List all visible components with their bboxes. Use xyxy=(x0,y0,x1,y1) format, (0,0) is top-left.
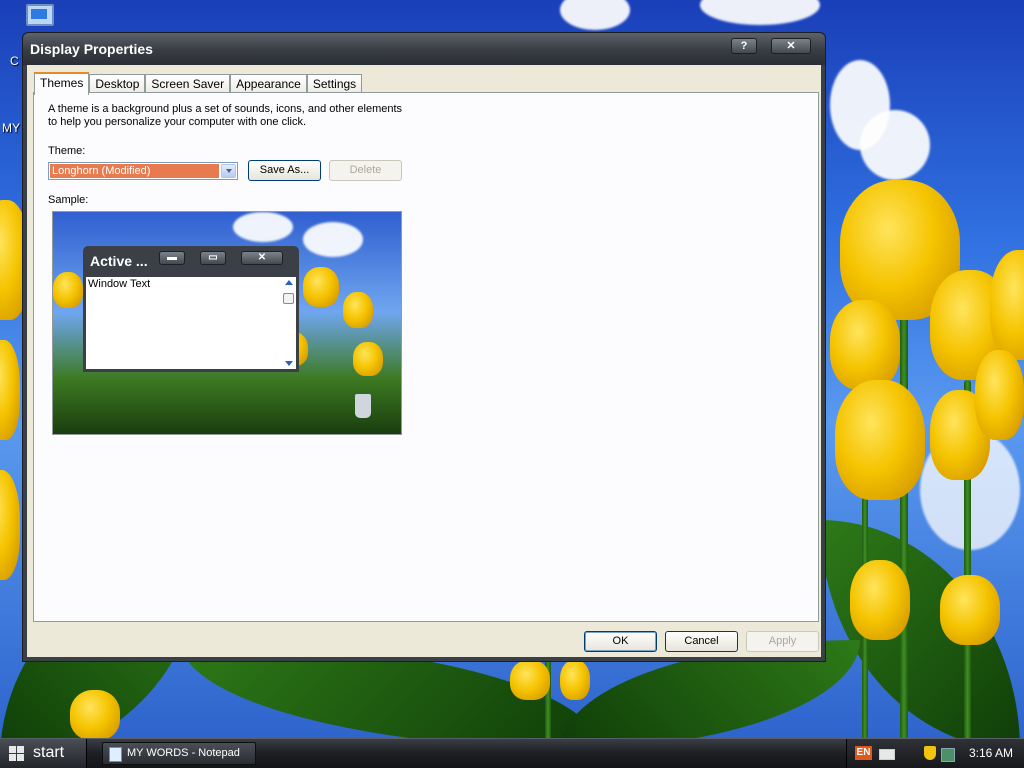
tulip xyxy=(0,340,20,440)
minimize-icon: ▬ xyxy=(159,251,185,265)
theme-sample-preview: Active ... ▬ ▭ ✕ Window Text xyxy=(52,211,402,435)
tab-appearance[interactable]: Appearance xyxy=(230,74,307,93)
security-shield-icon[interactable] xyxy=(924,746,936,760)
taskbar-notepad-button[interactable]: MY WORDS - Notepad xyxy=(102,742,256,765)
recycle-bin-icon xyxy=(355,394,371,418)
window-client-area: Themes Desktop Screen Saver Appearance S… xyxy=(27,65,821,657)
maximize-icon: ▭ xyxy=(200,251,226,265)
tulip xyxy=(975,350,1024,440)
system-tray: EN 3:16 AM xyxy=(846,739,1024,768)
keyboard-icon[interactable] xyxy=(879,749,895,760)
desktop-icon-label: C xyxy=(10,54,19,68)
theme-label: Theme: xyxy=(48,145,86,157)
tulip xyxy=(53,272,83,308)
tulip xyxy=(510,660,550,700)
tulip xyxy=(835,380,925,500)
sample-label: Sample: xyxy=(48,194,89,206)
window-title: Display Properties xyxy=(30,41,153,57)
scroll-down-icon xyxy=(285,361,293,366)
tulip xyxy=(990,250,1024,360)
clock[interactable]: 3:16 AM xyxy=(969,746,1013,760)
network-icon[interactable] xyxy=(941,748,955,762)
cloud xyxy=(233,212,293,242)
tab-settings[interactable]: Settings xyxy=(306,74,363,93)
theme-description: A theme is a background plus a set of so… xyxy=(48,103,403,128)
tulip xyxy=(303,267,339,307)
scroll-up-icon xyxy=(285,280,293,285)
cloud xyxy=(860,110,930,180)
desktop-text-fragment: MY xyxy=(2,121,20,135)
help-button[interactable]: ? xyxy=(731,38,757,54)
themes-tab-panel: A theme is a background plus a set of so… xyxy=(33,92,819,622)
sample-window-client: Window Text xyxy=(86,277,296,369)
close-button[interactable]: ✕ xyxy=(771,38,811,54)
tab-strip: Themes Desktop Screen Saver Appearance S… xyxy=(34,72,363,95)
sample-scrollbar xyxy=(282,277,296,369)
stem xyxy=(900,300,908,738)
close-icon: ✕ xyxy=(241,251,283,265)
ok-button[interactable]: OK xyxy=(584,631,657,652)
start-label: start xyxy=(33,744,65,761)
sample-window-text: Window Text xyxy=(88,278,151,290)
tab-desktop[interactable]: Desktop xyxy=(89,74,146,93)
taskbar: start MY WORDS - Notepad EN 3:16 AM xyxy=(0,738,1024,768)
tulip xyxy=(343,292,373,328)
language-indicator[interactable]: EN xyxy=(855,746,872,760)
tab-screen-saver[interactable]: Screen Saver xyxy=(145,74,231,93)
tulip xyxy=(850,560,910,640)
theme-dropdown-value: Longhorn (Modified) xyxy=(50,164,219,178)
cloud xyxy=(560,0,630,30)
tulip xyxy=(940,575,1000,645)
start-button[interactable]: start xyxy=(0,739,87,768)
cloud xyxy=(303,222,363,257)
notepad-icon xyxy=(109,747,122,762)
cloud xyxy=(700,0,820,25)
tulip xyxy=(353,342,383,376)
windows-logo-icon xyxy=(9,746,25,762)
apply-button[interactable]: Apply xyxy=(746,631,819,652)
cancel-button[interactable]: Cancel xyxy=(665,631,738,652)
tulip xyxy=(830,300,900,390)
scroll-thumb xyxy=(283,293,294,304)
title-bar[interactable]: Display Properties ? ✕ xyxy=(23,33,825,65)
tulip xyxy=(70,690,120,738)
delete-button[interactable]: Delete xyxy=(329,160,402,181)
theme-dropdown[interactable]: Longhorn (Modified) xyxy=(48,162,238,180)
sample-window-title: Active ... xyxy=(90,253,148,269)
my-computer-icon[interactable] xyxy=(22,2,56,32)
taskbar-button-label: MY WORDS - Notepad xyxy=(127,747,240,759)
chevron-down-icon[interactable] xyxy=(221,164,236,178)
tab-themes[interactable]: Themes xyxy=(34,72,90,95)
save-as-button[interactable]: Save As... xyxy=(248,160,321,181)
sample-active-window: Active ... ▬ ▭ ✕ Window Text xyxy=(83,246,299,372)
tulip xyxy=(0,470,20,580)
display-properties-window: Display Properties ? ✕ Themes Desktop Sc… xyxy=(22,32,826,662)
tulip xyxy=(560,660,590,700)
